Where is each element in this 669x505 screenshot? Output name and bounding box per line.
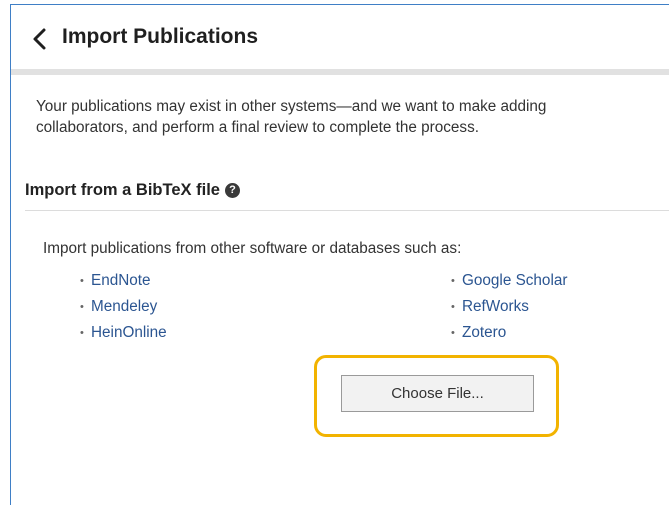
intro-text: Your publications may exist in other sys… — [36, 96, 669, 138]
intro-line: Your publications may exist in other sys… — [36, 98, 547, 115]
help-icon[interactable]: ? — [224, 183, 240, 198]
bullet-icon: • — [451, 327, 455, 339]
source-list-left: • EndNote • Mendeley • HeinOnline — [80, 268, 167, 346]
list-item[interactable]: • Zotero — [451, 320, 567, 346]
bullet-icon: • — [80, 275, 84, 287]
source-link-mendeley[interactable]: Mendeley — [91, 298, 157, 316]
header-divider — [11, 69, 669, 75]
list-item[interactable]: • Mendeley — [80, 294, 167, 320]
list-item[interactable]: • RefWorks — [451, 294, 567, 320]
bibtex-section-heading: Import from a BibTeX file ? — [25, 181, 240, 200]
bullet-icon: • — [80, 327, 84, 339]
bullet-icon: • — [80, 301, 84, 313]
source-link-heinonline[interactable]: HeinOnline — [91, 324, 167, 342]
back-chevron-icon[interactable] — [31, 27, 49, 51]
choose-file-button[interactable]: Choose File... — [341, 375, 534, 412]
intro-line: collaborators, and perform a final revie… — [36, 119, 479, 136]
bullet-icon: • — [451, 301, 455, 313]
page-title: Import Publications — [62, 25, 259, 48]
list-item[interactable]: • Google Scholar — [451, 268, 567, 294]
list-item[interactable]: • EndNote — [80, 268, 167, 294]
section-divider — [25, 210, 669, 211]
page-header: Import Publications — [11, 5, 669, 67]
source-list-right: • Google Scholar • RefWorks • Zotero — [451, 268, 567, 346]
source-link-refworks[interactable]: RefWorks — [462, 298, 529, 316]
source-link-google-scholar[interactable]: Google Scholar — [462, 272, 567, 290]
bibtex-heading-label: Import from a BibTeX file — [25, 181, 220, 199]
source-link-zotero[interactable]: Zotero — [462, 324, 506, 342]
bullet-icon: • — [451, 275, 455, 287]
source-link-endnote[interactable]: EndNote — [91, 272, 151, 290]
bibtex-lead-text: Import publications from other software … — [43, 240, 462, 257]
list-item[interactable]: • HeinOnline — [80, 320, 167, 346]
